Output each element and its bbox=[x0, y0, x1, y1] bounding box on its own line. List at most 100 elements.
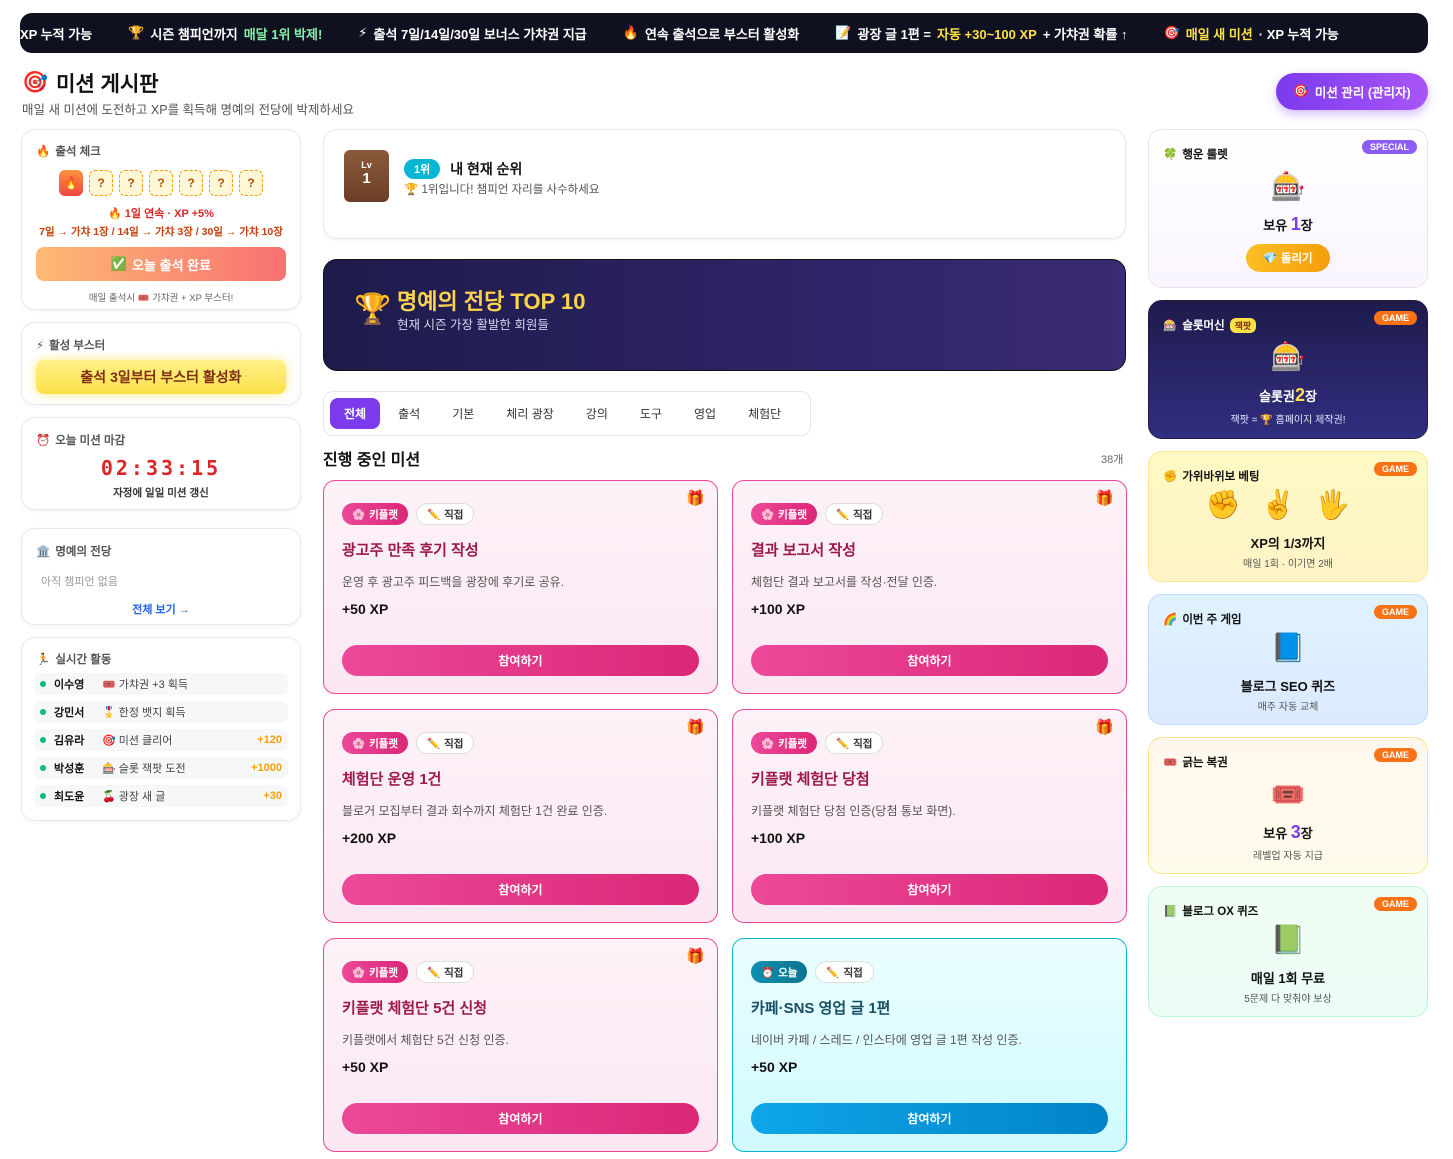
activity-action-text: 광장 새 글 bbox=[118, 791, 166, 803]
activity-user: 김유라 bbox=[54, 735, 85, 747]
ticker-text: 광장 글 1편 = bbox=[857, 26, 931, 42]
attendance-day: 🔥 bbox=[59, 170, 83, 196]
rank-sub: 🏆 1위입니다! 챔피언 자리를 사수하세요 bbox=[404, 181, 599, 197]
mission-desc: 키플랫에서 체험단 5건 신청 인증. bbox=[342, 1033, 509, 1047]
slot-machine-icon: 🎰 bbox=[1163, 320, 1178, 332]
join-button[interactable]: 참여하기 bbox=[751, 645, 1108, 676]
memo-icon: 📝 bbox=[835, 25, 852, 40]
countdown-sub: 자정에 일일 미션 갱신 bbox=[113, 487, 209, 499]
roulette-card[interactable]: 🍀 행운 룰렛 SPECIAL 🎰 보유 1장 💎 돌리기 bbox=[1148, 129, 1428, 288]
booster-card: ⚡ 활성 부스터 출석 3일부터 부스터 활성화 bbox=[21, 322, 301, 405]
page-title-text: 미션 게시판 bbox=[56, 73, 159, 96]
count-number: 1 bbox=[1290, 214, 1301, 234]
join-button[interactable]: 참여하기 bbox=[342, 645, 699, 676]
announcement-ticker: XP 누적 가능 🏆 시즌 챔피언까지 매달 1위 박제! ⚡ 출석 7일/14일/3… bbox=[20, 13, 1428, 53]
tab-cherry-plaza[interactable]: 체리 광장 bbox=[492, 398, 568, 429]
mission-tag-text: 키플랫 bbox=[778, 508, 808, 521]
gift-icon: 🎁 bbox=[686, 490, 705, 507]
status-dot bbox=[40, 709, 46, 715]
slot-title: 🎰 슬롯머신 잭팟 bbox=[1163, 317, 1257, 333]
slot-sub: 잭팟 = 🏆 홈페이지 제작권! bbox=[1230, 415, 1346, 426]
scratch-count: 보유 3장 bbox=[1149, 822, 1427, 843]
join-button[interactable]: 참여하기 bbox=[342, 1103, 699, 1134]
green-book-icon: 📗 bbox=[1163, 906, 1178, 918]
join-button[interactable]: 참여하기 bbox=[342, 874, 699, 905]
hall-view-all-link[interactable]: 전체 보기 → bbox=[36, 601, 286, 617]
ticker-text: XP 누적 가능 bbox=[20, 26, 93, 42]
mission-tag: ✏️ 직접 bbox=[416, 961, 475, 983]
mission-tags: ⏰ 오늘 ✏️ 직접 bbox=[751, 961, 874, 983]
pencil-icon: ✏️ bbox=[836, 737, 850, 750]
status-dot bbox=[40, 737, 46, 743]
attendance-title-text: 출석 체크 bbox=[55, 146, 101, 158]
slot-machine-card[interactable]: 🎰 슬롯머신 잭팟 GAME 🎰 슬롯권2장 잭팟 = 🏆 홈페이지 제작권! bbox=[1148, 300, 1428, 439]
status-dot bbox=[40, 681, 46, 687]
rps-title: ✊ 가위바위보 베팅 bbox=[1163, 468, 1260, 484]
mission-desc: 키플랫 체험단 당첨 인증(당첨 통보 화면). bbox=[751, 804, 956, 818]
rank-pill: 1위 bbox=[404, 159, 441, 179]
scratch-card[interactable]: 🎟️ 긁는 복권 GAME 🎟️ 보유 3장 레벨업 자동 지급 bbox=[1148, 737, 1428, 874]
deadline-title-text: 오늘 미션 마감 bbox=[55, 435, 126, 447]
tab-experience[interactable]: 체험단 bbox=[734, 398, 795, 429]
weekly-game-card[interactable]: 🌈 이번 주 게임 GAME 📘 블로그 SEO 퀴즈 매주 자동 교체 bbox=[1148, 594, 1428, 725]
tab-tools[interactable]: 도구 bbox=[626, 398, 676, 429]
weekly-title-text: 이번 주 게임 bbox=[1182, 614, 1242, 626]
mission-desc: 운영 후 광고주 피드백을 광장에 후기로 공유. bbox=[342, 575, 565, 589]
tab-attendance[interactable]: 출석 bbox=[384, 398, 434, 429]
count-post: 장 bbox=[1300, 218, 1313, 233]
trophy-icon: 🏆 bbox=[404, 184, 419, 196]
mission-tag: ✏️ 직접 bbox=[416, 732, 475, 754]
activity-action: 🍒 광장 새 글 bbox=[102, 788, 263, 804]
mission-desc: 체험단 결과 보고서를 작성·전달 인증. bbox=[751, 575, 938, 589]
scratch-title: 🎟️ 긁는 복권 bbox=[1163, 754, 1228, 770]
booster-title-text: 활성 부스터 bbox=[49, 340, 106, 352]
join-button[interactable]: 참여하기 bbox=[751, 874, 1108, 905]
slot-machine-icon: 🎰 bbox=[1270, 171, 1306, 202]
flower-icon: 🌸 bbox=[352, 508, 366, 521]
attendance-streak: 🔥 1일 연속 · XP +5% bbox=[108, 208, 214, 220]
activity-user: 이수영 bbox=[54, 679, 85, 691]
tab-all[interactable]: 전체 bbox=[330, 398, 381, 429]
attendance-button[interactable]: ✅ 오늘 출석 완료 bbox=[36, 247, 286, 281]
mission-xp: +50 XP bbox=[342, 601, 389, 617]
ox-quiz-card[interactable]: 📗 블로그 OX 퀴즈 GAME 📗 매일 1회 무료 5문제 다 맞춰야 보상 bbox=[1148, 886, 1428, 1017]
activity-action: 🎰 슬롯 잭팟 도전 bbox=[102, 760, 251, 776]
admin-manage-button[interactable]: 🎯 미션 관리 (관리자) bbox=[1276, 73, 1428, 110]
activity-xp: +120 bbox=[257, 734, 282, 746]
tab-sales[interactable]: 영업 bbox=[680, 398, 730, 429]
medal-icon: 🎖️ bbox=[102, 707, 116, 719]
mission-title: 체험단 운영 1건 bbox=[342, 771, 442, 788]
mission-title: 카페·SNS 영업 글 1편 bbox=[751, 1000, 891, 1017]
pencil-icon: ✏️ bbox=[427, 966, 441, 979]
slot-machine-icon: 🎰 bbox=[102, 763, 116, 775]
mission-tag-text: 키플랫 bbox=[778, 737, 808, 750]
pencil-icon: ✏️ bbox=[427, 508, 441, 521]
booster-button[interactable]: 출석 3일부터 부스터 활성화 bbox=[36, 360, 286, 394]
ticker-highlight: 자동 +30~100 XP bbox=[936, 26, 1037, 42]
trophy-icon: 🏆 bbox=[128, 25, 145, 40]
hall-of-fame-banner: 🏆 명예의 전당 TOP 10 현재 시즌 가장 활발한 회원들 bbox=[323, 259, 1126, 371]
activity-action-text: 한정 뱃지 획득 bbox=[118, 707, 186, 719]
activity-row: 김유라 🎯 미션 클리어 +120 bbox=[34, 729, 288, 751]
activity-user: 박성훈 bbox=[54, 763, 85, 775]
mission-desc: 네이버 카페 / 스레드 / 인스타에 영업 글 1편 작성 인증. bbox=[751, 1033, 1022, 1047]
count-pre: 보유 bbox=[1263, 218, 1288, 233]
ticker-text: 출석 7일/14일/30일 보너스 가챠권 지급 bbox=[373, 26, 587, 42]
tab-basic[interactable]: 기본 bbox=[438, 398, 488, 429]
flower-icon: 🌸 bbox=[352, 966, 366, 979]
mission-tag: 🌸 키플랫 bbox=[342, 961, 409, 983]
tab-lecture[interactable]: 강의 bbox=[572, 398, 622, 429]
activity-row: 박성훈 🎰 슬롯 잭팟 도전 +1000 bbox=[34, 757, 288, 779]
rps-card[interactable]: ✊ 가위바위보 베팅 GAME ✊✌️🖐️ XP의 1/3까지 매일 1회 · 이… bbox=[1148, 451, 1428, 582]
spin-button[interactable]: 💎 돌리기 bbox=[1246, 244, 1330, 272]
attendance-day: ? bbox=[179, 170, 203, 196]
join-button[interactable]: 참여하기 bbox=[751, 1103, 1108, 1134]
rps-title-text: 가위바위보 베팅 bbox=[1182, 471, 1260, 483]
mission-card: 🎁 🌸 키플랫 ✏️ 직접 키플랫 체험단 당첨 키플랫 체험단 당첨 인증(당첨 통… bbox=[732, 709, 1127, 923]
roulette-title: 🍀 행운 룰렛 bbox=[1163, 146, 1228, 162]
mission-card: 🎁 🌸 키플랫 ✏️ 직접 체험단 운영 1건 블로거 모집부터 결과 회수까지 체험… bbox=[323, 709, 718, 923]
mission-tag-text: 직접 bbox=[444, 737, 464, 750]
ticker-text: · XP 누적 가능 bbox=[1258, 26, 1339, 42]
mission-tag-text: 키플랫 bbox=[369, 966, 399, 979]
level-number: 1 bbox=[362, 170, 371, 187]
